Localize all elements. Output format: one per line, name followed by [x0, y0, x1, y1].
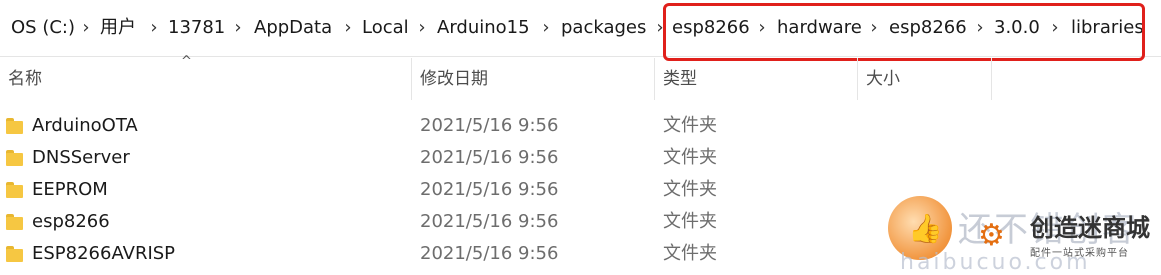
file-name: ESP8266AVRISP — [32, 243, 176, 264]
sort-ascending-icon: ^ — [181, 54, 192, 69]
folder-icon — [6, 246, 23, 262]
file-date: 2021/5/16 9:56 — [420, 147, 559, 168]
breadcrumb-separator-icon[interactable]: › — [412, 14, 432, 42]
breadcrumb-item-users[interactable]: 用户 — [100, 14, 136, 42]
folder-icon — [6, 118, 23, 134]
file-name: EEPROM — [32, 179, 108, 200]
breadcrumb-item-os-c[interactable]: OS (C:) — [11, 14, 75, 42]
file-type: 文件夹 — [663, 243, 717, 264]
breadcrumb-separator-icon[interactable]: › — [338, 14, 358, 42]
file-name: ArduinoOTA — [32, 115, 138, 136]
file-row[interactable]: EEPROM 2021/5/16 9:56 文件夹 — [0, 174, 1161, 206]
breadcrumb-separator-icon[interactable]: › — [1045, 14, 1065, 42]
file-row[interactable]: ArduinoOTA 2021/5/16 9:56 文件夹 — [0, 110, 1161, 142]
breadcrumb-item-esp8266-2[interactable]: esp8266 — [889, 14, 967, 42]
column-header-type[interactable]: 类型 — [663, 58, 697, 100]
breadcrumb-item-appdata[interactable]: AppData — [254, 14, 332, 42]
breadcrumb-item-esp8266[interactable]: esp8266 — [672, 14, 750, 42]
breadcrumb-separator-icon[interactable]: › — [536, 14, 556, 42]
breadcrumb-item-libraries[interactable]: libraries — [1071, 14, 1144, 42]
breadcrumb-item-hardware[interactable]: hardware — [777, 14, 862, 42]
column-divider[interactable] — [654, 58, 655, 100]
column-divider[interactable] — [411, 58, 412, 100]
file-date: 2021/5/16 9:56 — [420, 179, 559, 200]
column-divider[interactable] — [991, 58, 992, 100]
file-type: 文件夹 — [663, 211, 717, 232]
file-row[interactable]: DNSServer 2021/5/16 9:56 文件夹 — [0, 142, 1161, 174]
folder-icon — [6, 150, 23, 166]
breadcrumb-separator-icon[interactable]: › — [650, 14, 670, 42]
file-date: 2021/5/16 9:56 — [420, 211, 559, 232]
breadcrumb: OS (C:) › 用户 › 13781 › AppData › Local ›… — [0, 0, 1161, 56]
breadcrumb-separator-icon[interactable]: › — [228, 14, 248, 42]
breadcrumb-item-local[interactable]: Local — [362, 14, 409, 42]
breadcrumb-separator-icon[interactable]: › — [752, 14, 772, 42]
folder-icon — [6, 214, 23, 230]
column-header-name[interactable]: 名称 — [8, 58, 42, 100]
breadcrumb-separator-icon[interactable]: › — [970, 14, 990, 42]
file-name: DNSServer — [32, 147, 130, 168]
breadcrumb-item-packages[interactable]: packages — [561, 14, 646, 42]
column-header-date[interactable]: 修改日期 — [420, 58, 488, 100]
breadcrumb-separator-icon[interactable]: › — [76, 14, 96, 42]
folder-icon — [6, 182, 23, 198]
address-bar[interactable]: OS (C:) › 用户 › 13781 › AppData › Local ›… — [0, 0, 1161, 61]
breadcrumb-item-13781[interactable]: 13781 — [168, 14, 225, 42]
file-type: 文件夹 — [663, 147, 717, 168]
breadcrumb-separator-icon[interactable]: › — [864, 14, 884, 42]
file-row[interactable]: ESP8266AVRISP 2021/5/16 9:56 文件夹 — [0, 238, 1161, 270]
breadcrumb-item-300[interactable]: 3.0.0 — [994, 14, 1040, 42]
breadcrumb-separator-icon[interactable]: › — [144, 14, 164, 42]
file-date: 2021/5/16 9:56 — [420, 115, 559, 136]
column-header-size[interactable]: 大小 — [866, 58, 900, 100]
file-name: esp8266 — [32, 211, 110, 232]
breadcrumb-item-arduino15[interactable]: Arduino15 — [437, 14, 530, 42]
file-type: 文件夹 — [663, 179, 717, 200]
file-type: 文件夹 — [663, 115, 717, 136]
column-divider[interactable] — [857, 58, 858, 100]
file-row[interactable]: esp8266 2021/5/16 9:56 文件夹 — [0, 206, 1161, 238]
file-date: 2021/5/16 9:56 — [420, 243, 559, 264]
